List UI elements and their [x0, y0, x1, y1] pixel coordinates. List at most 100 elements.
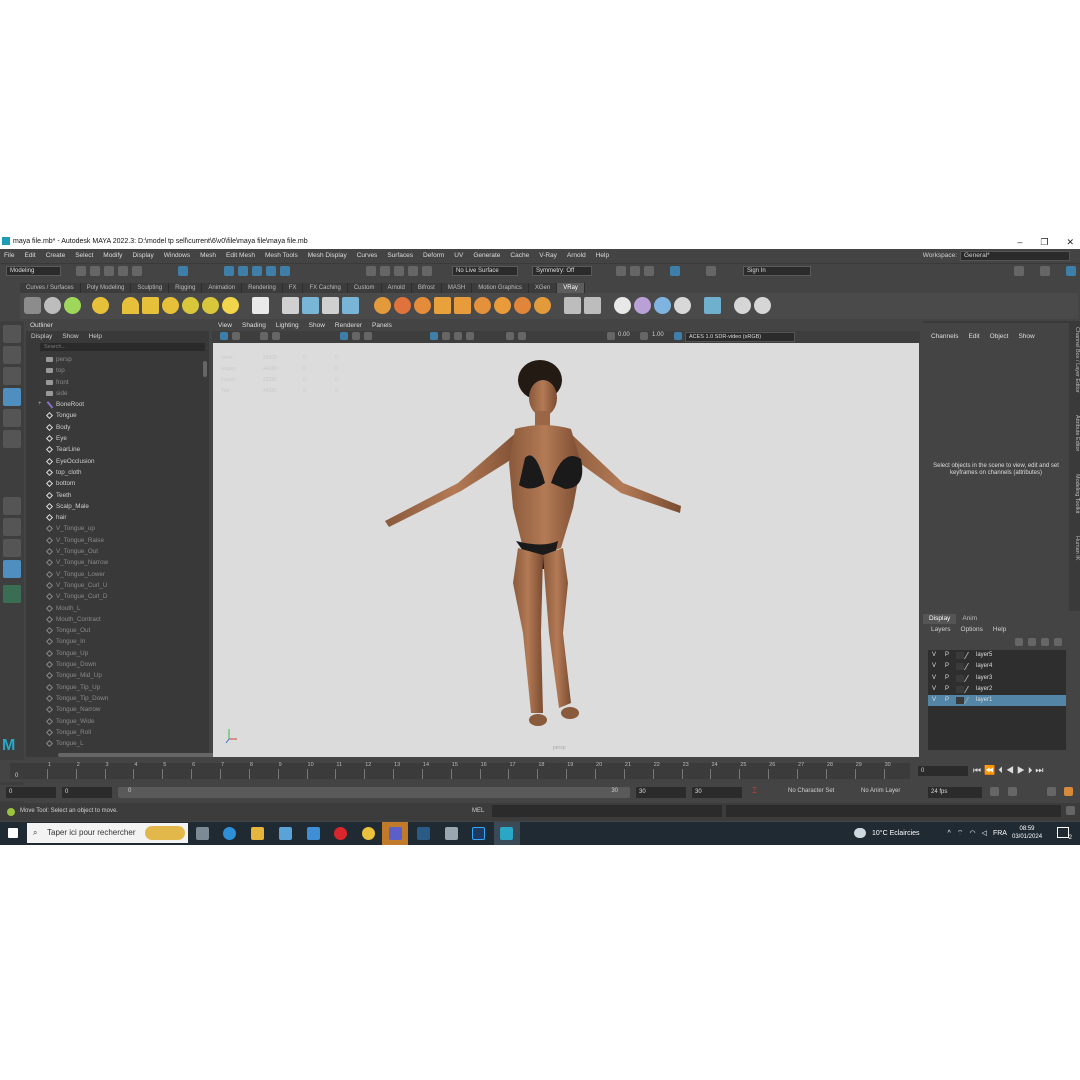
vray-fur-sets-icon[interactable] [414, 297, 431, 314]
vray-grid-icon[interactable] [454, 297, 471, 314]
shelf-tab-poly-modeling[interactable]: Poly Modeling [80, 283, 132, 293]
outliner-item[interactable]: EyeOcclusion [26, 456, 204, 467]
outliner-menu-help[interactable]: Help [89, 331, 102, 342]
menu-mesh-display[interactable]: Mesh Display [308, 252, 347, 259]
menu-display[interactable]: Display [132, 252, 153, 259]
move-layer-down-icon[interactable] [1028, 638, 1036, 646]
lasso-tool-icon[interactable] [3, 346, 21, 364]
settings-icon[interactable] [1040, 266, 1050, 276]
outliner-item[interactable]: Tongue [26, 410, 204, 421]
layer-type-toggle[interactable] [956, 663, 964, 671]
gamma-icon[interactable] [640, 332, 648, 340]
vray-light-dome-icon[interactable] [92, 297, 109, 314]
zoom-search-icon[interactable] [3, 585, 21, 603]
side-tab-attribute-editor[interactable]: Attribute Editor [1069, 415, 1080, 451]
notification-center-icon[interactable]: 2 [1057, 827, 1072, 841]
new-layer-from-selection-icon[interactable] [1054, 638, 1062, 646]
side-tab-modeling-toolkit[interactable]: Modeling Toolkit [1069, 474, 1080, 513]
outliner-item[interactable]: bottom [26, 478, 204, 489]
scale-tool-icon[interactable] [3, 430, 21, 448]
move-layer-up-icon[interactable] [1015, 638, 1023, 646]
layer-color-icon[interactable] [963, 685, 976, 693]
symmetry-dropdown[interactable]: Symmetry: Off [532, 266, 592, 276]
vray-proxy-icon[interactable] [282, 297, 299, 314]
vray-convert-icon[interactable] [564, 297, 581, 314]
side-tab-channel-box[interactable]: Channel Box / Layer Editor [1069, 327, 1080, 393]
layer-visibility-toggle[interactable]: V [932, 695, 936, 706]
menu-deform[interactable]: Deform [423, 252, 444, 259]
taskbar-search-input[interactable]: ⌕ Taper ici pour rechercher [27, 823, 188, 843]
menu-vray[interactable]: V-Ray [539, 252, 557, 259]
minimize-button[interactable]: – [1017, 235, 1022, 249]
menu-mesh-tools[interactable]: Mesh Tools [265, 252, 298, 259]
shelf-tab-bifrost[interactable]: Bifrost [411, 283, 442, 293]
character-model[interactable] [213, 343, 919, 757]
layer-playback-toggle[interactable]: P [945, 673, 949, 684]
perspective-viewport[interactable]: Verts: 22308 0 0 Edges: 44550 0 0 Faces: 22286 0… [213, 343, 919, 757]
sign-in-dropdown[interactable]: Sign In [743, 266, 811, 276]
viewport-menu-view[interactable]: View [218, 321, 232, 331]
menu-file[interactable]: File [4, 252, 14, 259]
play-forwards-button[interactable]: ▶ [1017, 765, 1028, 775]
vray-light-mesh-icon[interactable] [182, 297, 199, 314]
outliner-item[interactable]: Mouth_L [26, 603, 204, 614]
vray-light-omni-icon[interactable] [202, 297, 219, 314]
step-back-key-button[interactable]: ⏪ [984, 765, 998, 775]
menu-mesh[interactable]: Mesh [200, 252, 216, 259]
layer-menu-layers[interactable]: Layers [931, 624, 951, 635]
outliner-item[interactable]: Scalp_Male [26, 501, 204, 512]
outliner-item[interactable]: V_Tongue_Curl_U [26, 580, 204, 591]
viewport-menu-show[interactable]: Show [309, 321, 325, 331]
outliner-item[interactable]: Tongue_L [26, 738, 204, 749]
menu-curves[interactable]: Curves [357, 252, 378, 259]
outliner-item[interactable]: Tongue_Roll [26, 727, 204, 738]
channel-menu-edit[interactable]: Edit [968, 333, 979, 340]
viewport-menu-lighting[interactable]: Lighting [276, 321, 299, 331]
step-back-frame-button[interactable]: ⏴ [998, 765, 1006, 775]
outliner-item[interactable]: side [26, 388, 204, 399]
shelf-tab-vray[interactable]: VRay [557, 283, 585, 293]
layer-row[interactable]: V Player5 [928, 650, 1066, 661]
fps-dropdown[interactable]: 24 fps [928, 787, 982, 798]
shelf-tab-sculpting[interactable]: Sculpting [131, 283, 170, 293]
isolate-select-icon[interactable] [506, 332, 514, 340]
exposure-icon[interactable] [607, 332, 615, 340]
color-space-dropdown[interactable]: ACES 1.0 SDR-video (sRGB) [685, 332, 795, 342]
vray-plane-icon[interactable] [252, 297, 269, 314]
vray-texture-icon[interactable] [654, 297, 671, 314]
two-pane-layout-icon[interactable] [3, 539, 21, 557]
outliner-item[interactable]: Body [26, 422, 204, 433]
key-preferences-icon[interactable] [1047, 787, 1056, 796]
outliner-horizontal-scrollbar[interactable] [58, 753, 223, 757]
vray-settings-icon[interactable] [534, 297, 551, 314]
snap-curve-icon[interactable] [380, 266, 390, 276]
vray-material-editor-icon[interactable] [584, 297, 601, 314]
taskbar-clock[interactable]: 08:59 03/01/2024 [1012, 825, 1042, 841]
vray-scene-icon[interactable] [342, 297, 359, 314]
outliner-item[interactable]: top [26, 365, 204, 376]
animation-end-field[interactable]: 30 [692, 787, 742, 798]
gamma-value[interactable]: 1.00 [652, 332, 664, 338]
menuset-dropdown[interactable]: Modeling [6, 266, 61, 276]
sound-icon[interactable] [1008, 787, 1017, 796]
go-to-start-button[interactable]: ⏮ [973, 765, 984, 775]
outliner-item[interactable]: V_Tongue_Lower [26, 569, 204, 580]
outliner-item[interactable]: Teeth [26, 490, 204, 501]
wireframe-icon[interactable] [352, 332, 360, 340]
layer-visibility-toggle[interactable]: V [932, 661, 936, 672]
hypershade-icon[interactable] [670, 266, 680, 276]
outliner-menu-show[interactable]: Show [62, 331, 78, 342]
snap-surface-icon[interactable] [422, 266, 432, 276]
undo-icon[interactable] [118, 266, 128, 276]
outliner-item[interactable]: Tongue_Tip_Down [26, 693, 204, 704]
layer-row[interactable]: V Player4 [928, 661, 1066, 672]
channel-menu-channels[interactable]: Channels [931, 333, 958, 340]
vray-color-icon[interactable] [634, 297, 651, 314]
layer-playback-toggle[interactable]: P [945, 684, 949, 695]
outliner-item[interactable]: + BoneRoot [26, 399, 204, 410]
layer-row[interactable]: V Player1 [928, 695, 1066, 707]
vray-object-properties-icon[interactable] [434, 297, 451, 314]
vray-sun-icon[interactable] [222, 297, 239, 314]
shadows-icon[interactable] [454, 332, 462, 340]
layer-playback-toggle[interactable]: P [945, 650, 949, 661]
